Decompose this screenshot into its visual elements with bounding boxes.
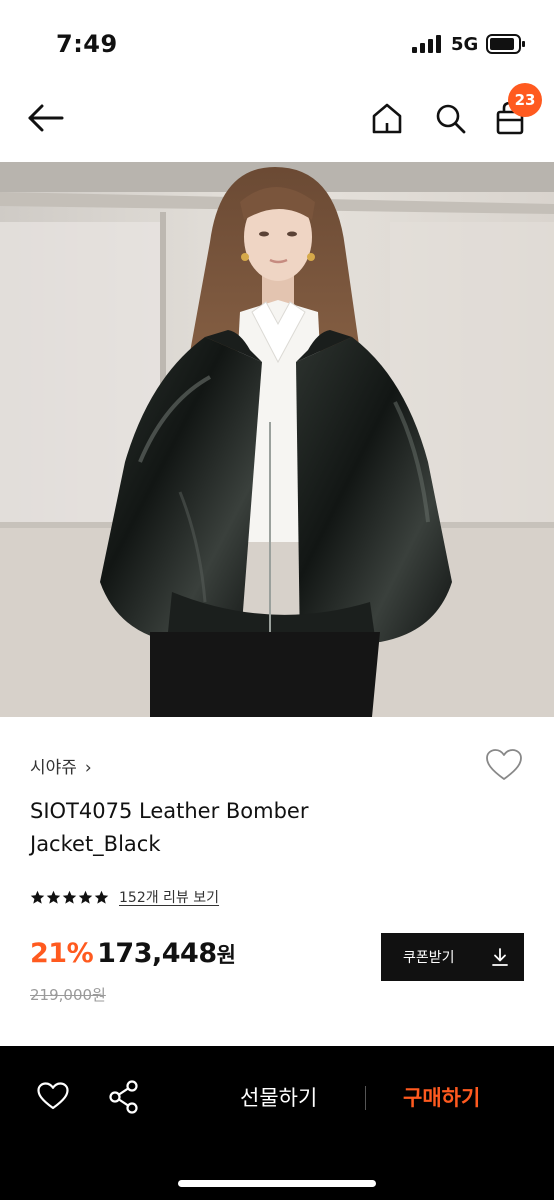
heart-icon[interactable] bbox=[36, 1080, 70, 1112]
product-title: SIOT4075 Leather Bomber Jacket_Black bbox=[30, 795, 450, 861]
wishlist-heart-icon[interactable] bbox=[484, 746, 524, 784]
star-icon bbox=[30, 890, 45, 904]
star-icon bbox=[46, 890, 61, 904]
review-link[interactable]: 152개 리뷰 보기 bbox=[119, 887, 219, 907]
gift-button[interactable]: 선물하기 bbox=[240, 1082, 317, 1112]
share-icon[interactable] bbox=[107, 1079, 141, 1115]
discount-rate: 21% bbox=[30, 938, 94, 969]
rating-row: 152개 리뷰 보기 bbox=[30, 885, 219, 909]
divider bbox=[365, 1086, 366, 1110]
product-title-line2: Jacket_Black bbox=[30, 832, 161, 856]
search-icon[interactable] bbox=[431, 98, 469, 138]
battery-icon bbox=[486, 34, 525, 54]
brand-link[interactable]: 시야쥬 › bbox=[30, 753, 92, 778]
buy-button[interactable]: 구매하기 bbox=[403, 1082, 480, 1112]
back-arrow-icon[interactable] bbox=[22, 98, 68, 138]
star-rating bbox=[30, 890, 109, 905]
sale-price: 173,448 bbox=[97, 938, 217, 969]
home-icon[interactable] bbox=[368, 98, 406, 138]
price-unit: 원 bbox=[216, 943, 236, 967]
status-bar: 7:49 5G bbox=[0, 0, 554, 90]
network-label: 5G bbox=[451, 34, 479, 55]
product-photo bbox=[0, 162, 554, 717]
coupon-button[interactable]: 쿠폰받기 bbox=[381, 933, 524, 981]
home-indicator bbox=[178, 1180, 376, 1187]
chevron-right-icon: › bbox=[84, 758, 92, 778]
cart-count-badge: 23 bbox=[508, 83, 542, 117]
coupon-label: 쿠폰받기 bbox=[403, 950, 455, 966]
product-title-line1: SIOT4075 Leather Bomber bbox=[30, 799, 309, 823]
product-image[interactable] bbox=[0, 162, 554, 717]
star-icon bbox=[62, 890, 77, 904]
star-icon bbox=[94, 890, 109, 904]
star-icon bbox=[78, 890, 93, 904]
signal-icon bbox=[412, 35, 441, 53]
price-row: 21% 173,448 원 bbox=[30, 938, 236, 969]
top-nav: 23 bbox=[0, 83, 554, 162]
status-time: 7:49 bbox=[56, 30, 118, 58]
original-price: 219,000원 bbox=[30, 986, 106, 1004]
download-icon bbox=[492, 948, 508, 966]
bottom-action-bar: 선물하기 구매하기 bbox=[0, 1046, 554, 1200]
brand-name: 시야쥬 bbox=[30, 758, 77, 778]
